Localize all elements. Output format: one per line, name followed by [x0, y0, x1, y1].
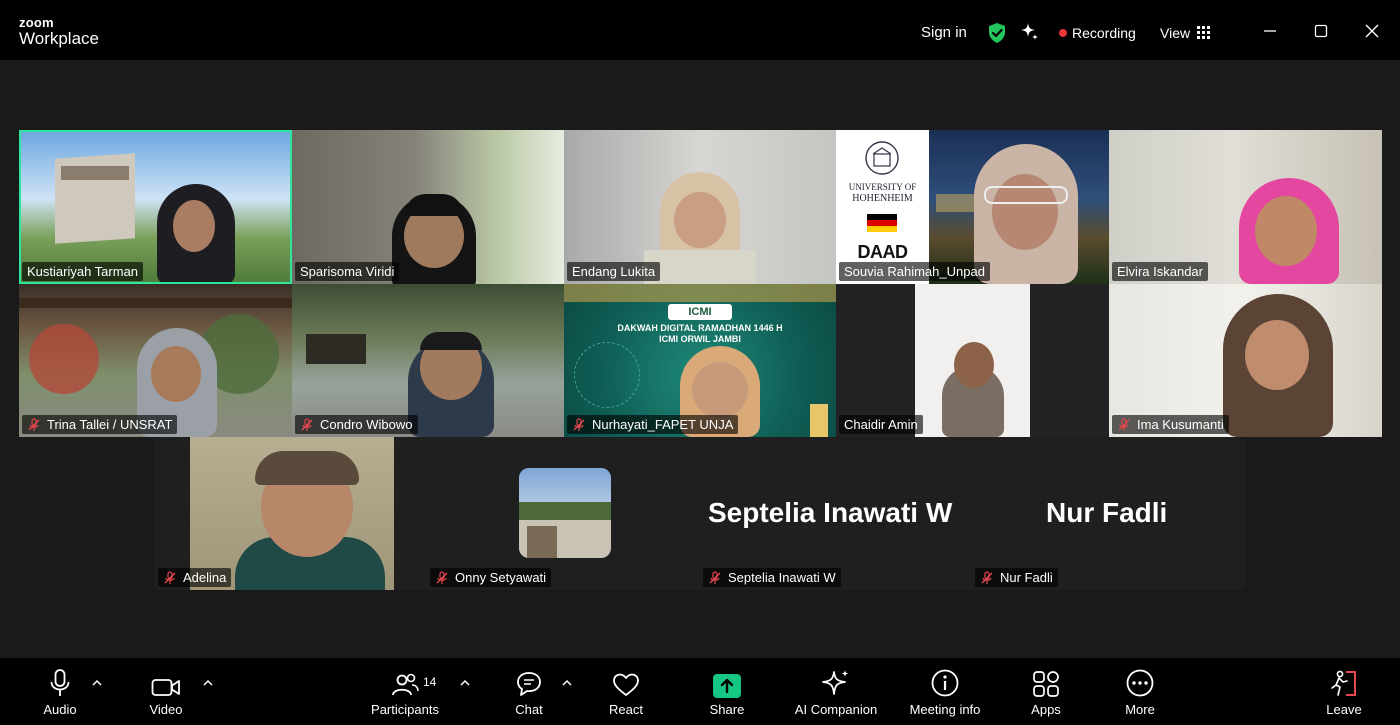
- chat-options-caret[interactable]: [561, 678, 573, 688]
- video-tile[interactable]: Chaidir Amin: [836, 284, 1109, 437]
- participants-button[interactable]: Participants: [365, 658, 445, 725]
- participant-name-label: Nurhayati_FAPET UNJA: [567, 415, 739, 434]
- video-tile[interactable]: Adelina: [155, 437, 427, 590]
- mic-muted-icon: [981, 570, 993, 584]
- participant-name-label: Elvira Iskandar: [1112, 262, 1208, 281]
- participant-name-label: Adelina: [158, 568, 232, 587]
- ai-sparkle-icon[interactable]: [1019, 22, 1039, 42]
- ai-companion-button[interactable]: AI Companion: [786, 658, 886, 725]
- leave-door-icon: [1331, 670, 1356, 696]
- brand-top: zoom: [19, 15, 54, 30]
- apps-grid-icon: [1033, 671, 1059, 697]
- mic-muted-icon: [164, 570, 176, 584]
- mic-muted-icon: [709, 570, 721, 584]
- mic-muted-icon: [28, 417, 40, 431]
- react-button[interactable]: React: [602, 658, 650, 725]
- meeting-toolbar: Audio Video Participants 14 Chat React S…: [0, 658, 1400, 725]
- apps-button[interactable]: Apps: [1022, 658, 1070, 725]
- icmi-logo: ICMI: [668, 304, 732, 320]
- share-screen-icon: [713, 674, 741, 698]
- germany-flag-icon: [867, 214, 897, 232]
- mic-muted-icon: [301, 417, 313, 431]
- share-button[interactable]: Share: [703, 658, 751, 725]
- video-tile[interactable]: Sparisoma Viridi: [292, 130, 564, 284]
- recording-status[interactable]: Recording: [1072, 25, 1136, 41]
- shield-check-icon[interactable]: [987, 22, 1007, 44]
- mic-muted-icon: [1118, 417, 1130, 431]
- title-bar: zoom Workplace Sign in Recording View: [0, 0, 1400, 60]
- participant-name-label: Sparisoma Viridi: [295, 262, 400, 281]
- participant-name-label: Kustiariyah Tarman: [22, 262, 144, 281]
- participant-name-label: Trina Tallei / UNSRAT: [22, 415, 178, 434]
- info-icon: [931, 669, 959, 697]
- participant-display-name: Septelia Inawati W: [708, 497, 953, 528]
- maximize-window-button[interactable]: [1308, 18, 1334, 44]
- gallery-grid-icon[interactable]: [1197, 26, 1210, 39]
- video-tile[interactable]: Ima Kusumanti: [1109, 284, 1382, 437]
- video-button[interactable]: Video: [142, 658, 190, 725]
- more-ellipsis-icon: [1126, 669, 1154, 697]
- chat-bubble-icon: [517, 672, 541, 696]
- profile-avatar: [519, 468, 611, 558]
- participant-name-label: Nur Fadli: [975, 568, 1058, 587]
- video-tile[interactable]: Trina Tallei / UNSRAT: [19, 284, 292, 437]
- university-name-line1: UNIVERSITY OF: [848, 182, 917, 192]
- more-button[interactable]: More: [1116, 658, 1164, 725]
- video-tile[interactable]: Onny Setyawati: [427, 437, 700, 590]
- meeting-info-button[interactable]: Meeting info: [900, 658, 990, 725]
- participant-name-label: Onny Setyawati: [430, 568, 552, 587]
- participant-name-label: Endang Lukita: [567, 262, 661, 281]
- video-tile[interactable]: Elvira Iskandar: [1109, 130, 1382, 284]
- meeting-stage: Kustiariyah Tarman Sparisoma Viridi Enda…: [0, 60, 1400, 658]
- leave-button[interactable]: Leave: [1320, 658, 1368, 725]
- video-tile[interactable]: UNIVERSITY OF HOHENHEIM DAAD Souvia Rahi…: [836, 130, 1109, 284]
- heart-icon: [613, 673, 639, 696]
- view-button[interactable]: View: [1160, 25, 1190, 41]
- video-row-panel: Adelina Onny Setyawati Septelia Inawati …: [155, 437, 1245, 590]
- ai-companion-sparkle-icon: [822, 670, 849, 695]
- participant-name-label: Ima Kusumanti: [1112, 415, 1229, 434]
- university-name-line2: HOHENHEIM: [852, 193, 913, 204]
- mic-muted-icon: [573, 417, 585, 431]
- video-tile[interactable]: Endang Lukita: [564, 130, 836, 284]
- minimize-window-button[interactable]: [1257, 18, 1283, 44]
- video-tile[interactable]: Kustiariyah Tarman: [19, 130, 292, 284]
- participants-icon: [392, 673, 419, 696]
- app-logo: zoom Workplace: [19, 16, 99, 47]
- daad-logo: DAAD: [857, 242, 909, 262]
- video-tile[interactable]: ICMI DAKWAH DIGITAL RAMADHAN 1446 H ICMI…: [564, 284, 836, 437]
- recording-dot-icon: [1059, 29, 1067, 37]
- university-seal-icon: [865, 141, 899, 175]
- brand-bottom: Workplace: [19, 29, 99, 48]
- participant-display-name: Nur Fadli: [1046, 497, 1168, 528]
- video-options-caret[interactable]: [202, 678, 214, 688]
- banner-title: DAKWAH DIGITAL RAMADHAN 1446 H: [617, 323, 783, 333]
- participant-name-label: Chaidir Amin: [839, 415, 923, 434]
- video-tile[interactable]: Nur Fadli Nur Fadli: [972, 437, 1245, 590]
- participants-options-caret[interactable]: [459, 678, 471, 688]
- participant-name-label: Souvia Rahimah_Unpad: [839, 262, 990, 281]
- close-window-button[interactable]: [1359, 18, 1385, 44]
- sign-in-button[interactable]: Sign in: [921, 24, 967, 41]
- video-tile[interactable]: Septelia Inawati W Septelia Inawati W: [700, 437, 972, 590]
- chat-button[interactable]: Chat: [505, 658, 553, 725]
- participant-name-label: Condro Wibowo: [295, 415, 418, 434]
- participants-count: 14: [423, 675, 437, 689]
- mic-muted-icon: [436, 570, 448, 584]
- university-logo-panel: UNIVERSITY OF HOHENHEIM DAAD: [836, 130, 929, 284]
- video-camera-icon: [151, 679, 180, 696]
- audio-options-caret[interactable]: [91, 678, 103, 688]
- participant-name-label: Septelia Inawati W: [703, 568, 841, 587]
- microphone-icon: [50, 669, 70, 696]
- video-tile[interactable]: Condro Wibowo: [292, 284, 564, 437]
- audio-button[interactable]: Audio: [36, 658, 84, 725]
